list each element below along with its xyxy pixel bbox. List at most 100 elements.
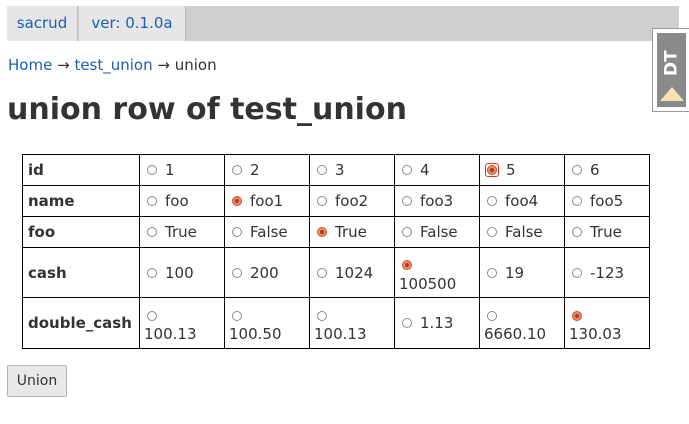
option-cell: 1024 xyxy=(309,247,395,298)
radio-button-icon[interactable] xyxy=(147,267,157,278)
radio-option[interactable]: foo5 xyxy=(569,192,645,210)
radio-option-label: True xyxy=(165,223,197,241)
radio-option[interactable]: True xyxy=(314,223,390,241)
radio-button-icon[interactable] xyxy=(402,227,412,237)
radio-button-icon[interactable] xyxy=(232,267,242,278)
option-cell: 1 xyxy=(139,154,225,186)
radio-option[interactable]: True xyxy=(569,223,645,241)
radio-button-icon[interactable] xyxy=(317,267,327,278)
radio-option[interactable]: 100500 xyxy=(399,253,475,293)
option-cell: 6 xyxy=(564,154,650,186)
radio-option[interactable]: -123 xyxy=(569,264,645,282)
radio-button-icon[interactable] xyxy=(572,267,582,278)
radio-button-icon[interactable] xyxy=(317,196,327,206)
radio-button-icon[interactable] xyxy=(402,260,412,270)
radio-button-icon[interactable] xyxy=(402,318,412,328)
radio-option[interactable]: 1 xyxy=(144,161,220,179)
radio-option[interactable]: 200 xyxy=(229,264,305,282)
radio-option-label: True xyxy=(335,223,367,241)
radio-button-icon[interactable] xyxy=(147,165,157,175)
radio-button-icon[interactable] xyxy=(572,227,582,237)
breadcrumb-table-link[interactable]: test_union xyxy=(74,56,152,74)
table-row: double_cash 100.13 100.50 100.13 1.13 6660.10… xyxy=(22,297,650,349)
radio-button-icon[interactable] xyxy=(317,227,327,237)
radio-option[interactable]: foo3 xyxy=(399,192,475,210)
option-cell: foo3 xyxy=(394,185,480,217)
nav-version-link[interactable]: ver: 0.1.0a xyxy=(79,6,186,41)
option-cell: 130.03 xyxy=(564,297,650,349)
option-cell: 100.50 xyxy=(224,297,310,349)
radio-button-icon[interactable] xyxy=(317,310,327,321)
top-navigation: sacrud ver: 0.1.0a xyxy=(7,6,679,41)
radio-button-icon[interactable] xyxy=(147,227,157,237)
radio-option[interactable]: True xyxy=(144,223,220,241)
radio-option[interactable]: 4 xyxy=(399,161,475,179)
radio-button-icon[interactable] xyxy=(487,267,497,278)
breadcrumb: Home → test_union → union xyxy=(8,56,217,74)
radio-option[interactable]: 100.13 xyxy=(314,303,390,343)
option-cell: True xyxy=(309,216,395,248)
radio-option[interactable]: foo xyxy=(144,192,220,210)
radio-button-icon[interactable] xyxy=(232,310,242,321)
radio-button-icon[interactable] xyxy=(402,196,412,206)
option-cell: 100 xyxy=(139,247,225,298)
radio-focus-ring xyxy=(485,163,499,177)
radio-option[interactable]: 6660.10 xyxy=(484,303,560,343)
radio-option-label: foo1 xyxy=(250,192,284,210)
radio-button-icon[interactable] xyxy=(232,227,242,237)
radio-option-label: 1.13 xyxy=(420,314,454,332)
debug-toolbar-badge: DT xyxy=(657,33,686,107)
radio-option[interactable]: foo2 xyxy=(314,192,390,210)
field-label: name xyxy=(22,185,140,217)
radio-button-icon[interactable] xyxy=(572,310,582,321)
radio-button-icon[interactable] xyxy=(147,310,157,321)
radio-button-icon[interactable] xyxy=(572,165,582,175)
debug-toolbar-handle[interactable]: DT xyxy=(652,28,689,112)
option-cell: 100.13 xyxy=(309,297,395,349)
option-cell: 5 xyxy=(479,154,565,186)
option-cell: True xyxy=(139,216,225,248)
radio-button-icon[interactable] xyxy=(487,165,497,175)
radio-button-icon[interactable] xyxy=(487,196,497,206)
radio-button-icon[interactable] xyxy=(487,310,497,321)
radio-option[interactable]: 130.03 xyxy=(569,303,645,343)
option-cell: 100500 xyxy=(394,247,480,298)
radio-button-icon[interactable] xyxy=(232,165,242,175)
radio-option[interactable]: False xyxy=(399,223,475,241)
radio-option[interactable]: False xyxy=(229,223,305,241)
dt-arrow-icon xyxy=(660,87,684,101)
radio-option[interactable]: 5 xyxy=(484,161,560,179)
radio-option[interactable]: 19 xyxy=(484,264,560,282)
radio-option[interactable]: False xyxy=(484,223,560,241)
radio-option[interactable]: 100.13 xyxy=(144,303,220,343)
radio-button-icon[interactable] xyxy=(487,227,497,237)
breadcrumb-current: union xyxy=(174,56,217,74)
breadcrumb-home-link[interactable]: Home xyxy=(8,56,52,74)
radio-option[interactable]: 2 xyxy=(229,161,305,179)
radio-button-icon[interactable] xyxy=(572,196,582,206)
option-cell: foo5 xyxy=(564,185,650,217)
radio-button-icon[interactable] xyxy=(317,165,327,175)
option-cell: 6660.10 xyxy=(479,297,565,349)
radio-option[interactable]: 100.50 xyxy=(229,303,305,343)
radio-option[interactable]: 1024 xyxy=(314,264,390,282)
radio-option-label: 100.13 xyxy=(144,325,197,343)
union-submit-button[interactable]: Union xyxy=(7,365,67,397)
radio-option[interactable]: foo4 xyxy=(484,192,560,210)
radio-option[interactable]: 1.13 xyxy=(399,314,475,332)
field-label: cash xyxy=(22,247,140,298)
radio-option[interactable]: 6 xyxy=(569,161,645,179)
radio-option[interactable]: 3 xyxy=(314,161,390,179)
radio-option[interactable]: 100 xyxy=(144,264,220,282)
option-cell: foo4 xyxy=(479,185,565,217)
radio-option[interactable]: foo1 xyxy=(229,192,305,210)
breadcrumb-separator: → xyxy=(57,56,70,74)
radio-option-label: 130.03 xyxy=(569,325,622,343)
nav-brand-link[interactable]: sacrud xyxy=(7,6,78,41)
option-cell: False xyxy=(394,216,480,248)
radio-button-icon[interactable] xyxy=(147,196,157,206)
radio-button-icon[interactable] xyxy=(232,196,242,206)
radio-option-label: foo2 xyxy=(335,192,369,210)
radio-button-icon[interactable] xyxy=(402,165,412,175)
radio-option-label: 3 xyxy=(335,161,345,179)
